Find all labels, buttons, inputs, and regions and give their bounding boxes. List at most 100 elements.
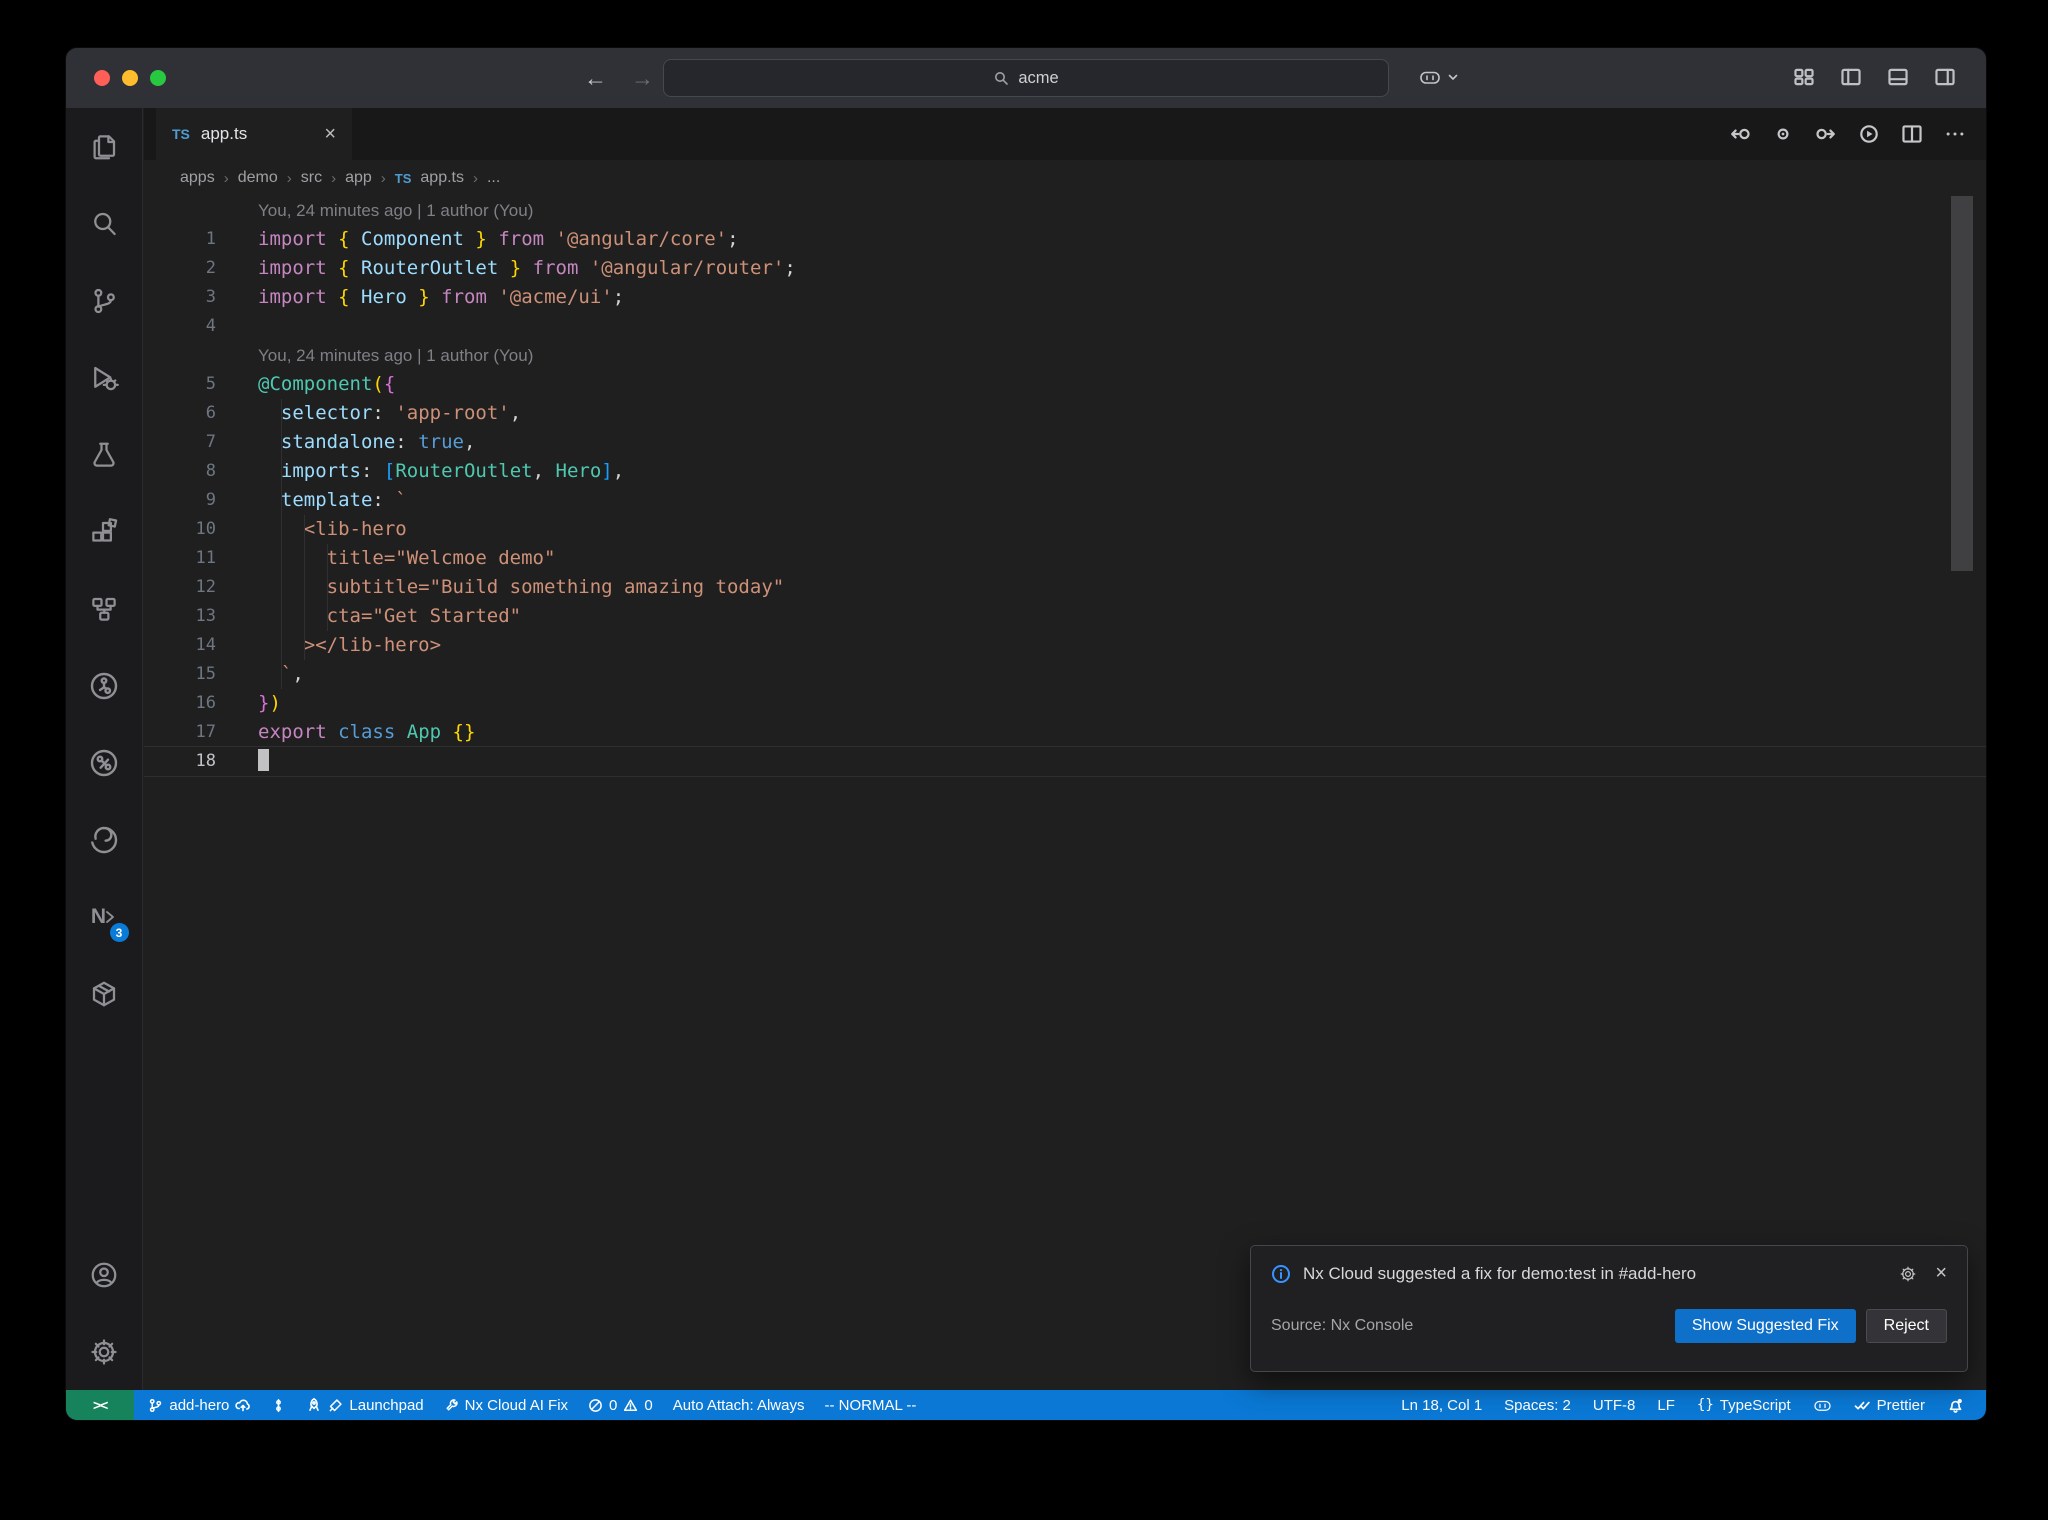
notifications-status-item[interactable] <box>1947 1397 1964 1414</box>
copilot-status-item[interactable] <box>1813 1396 1832 1415</box>
blame-annotation-text: You, 24 minutes ago | 1 author (You) <box>258 346 534 365</box>
notification-toast: Nx Cloud suggested a fix for demo:test i… <box>1250 1245 1968 1372</box>
gear-icon[interactable] <box>1899 1265 1917 1283</box>
indent-guide <box>280 573 282 602</box>
cursor-position-status-item[interactable]: Ln 18, Col 1 <box>1401 1397 1482 1414</box>
close-tab-icon[interactable]: × <box>324 124 336 144</box>
nx-cloud-fix-status-item[interactable]: Nx Cloud AI Fix <box>444 1397 568 1414</box>
open-changes-next-icon[interactable] <box>1815 123 1837 145</box>
indentation-status-item[interactable]: Spaces: 2 <box>1504 1397 1571 1414</box>
nx-chevron-icon <box>106 910 114 923</box>
breadcrumb-item-file[interactable]: app.ts <box>420 169 464 187</box>
remote-icon: >< <box>93 1397 108 1413</box>
sidebar-item-nx[interactable]: N 3 <box>66 878 143 955</box>
language-label: TypeScript <box>1719 1396 1791 1414</box>
toggle-panel-icon[interactable] <box>1887 66 1909 88</box>
breadcrumb-item-app[interactable]: app <box>345 169 372 187</box>
chevron-right-icon: › <box>380 169 386 187</box>
run-icon[interactable] <box>1858 123 1880 145</box>
code-editor[interactable]: You, 24 minutes ago | 1 author (You) 1 imp… <box>144 196 1986 1390</box>
nav-forward-button[interactable]: → <box>631 65 654 92</box>
git-graph-status-item[interactable] <box>271 1398 286 1413</box>
braces-icon: {} <box>1696 1397 1714 1413</box>
code-row: 8 imports: [RouterOutlet, Hero], <box>144 457 1986 486</box>
tab-app-ts[interactable]: TS app.ts × <box>156 108 352 160</box>
line-number: 16 <box>195 693 216 713</box>
minimize-window-button[interactable] <box>122 70 138 86</box>
breadcrumb-more[interactable]: ... <box>487 169 500 187</box>
account-icon <box>91 1262 117 1287</box>
error-count: 0 <box>609 1396 618 1414</box>
settings-gear-icon <box>91 1338 117 1365</box>
split-editor-icon[interactable] <box>1901 123 1923 145</box>
customize-layout-icon[interactable] <box>1793 66 1815 88</box>
indent-guide <box>303 631 305 660</box>
line-number: 7 <box>205 432 216 452</box>
blame-annotation-text: You, 24 minutes ago | 1 author (You) <box>258 201 534 220</box>
formatter-status-item[interactable]: Prettier <box>1854 1397 1925 1414</box>
line-number: 10 <box>195 519 216 539</box>
code-row: 14 ></lib-hero> <box>144 631 1986 660</box>
more-actions-icon[interactable] <box>1944 123 1966 145</box>
launchpad-status-item[interactable]: Launchpad <box>306 1397 424 1414</box>
toggle-primary-sidebar-icon[interactable] <box>1840 66 1862 88</box>
show-suggested-fix-button[interactable]: Show Suggested Fix <box>1674 1309 1856 1343</box>
maximize-window-button[interactable] <box>150 70 166 86</box>
sidebar-item-swirl[interactable] <box>66 801 143 878</box>
sidebar-item-testing[interactable] <box>66 416 143 493</box>
sidebar-item-explorer[interactable] <box>66 108 143 185</box>
breadcrumb-item-src[interactable]: src <box>301 169 322 187</box>
branch-status-item[interactable]: add-hero <box>148 1397 251 1414</box>
editor-actions <box>1729 108 1986 160</box>
sidebar-item-nx-console[interactable] <box>66 647 143 724</box>
auto-attach-label: Auto Attach: Always <box>672 1396 805 1414</box>
remote-indicator[interactable]: >< <box>66 1390 135 1420</box>
breadcrumb: apps › demo › src › app › TS app.ts › ..… <box>144 160 1986 196</box>
indent-guide <box>280 631 282 660</box>
copilot-menu[interactable] <box>1418 65 1459 89</box>
chevron-right-icon: › <box>223 169 229 187</box>
breadcrumb-item-apps[interactable]: apps <box>180 169 215 187</box>
encoding-status-item[interactable]: UTF-8 <box>1593 1397 1636 1414</box>
nx-cloud-icon <box>90 749 118 776</box>
vim-mode-status-item[interactable]: -- NORMAL -- <box>824 1397 916 1414</box>
eol-label: LF <box>1657 1396 1675 1414</box>
notification-title: Nx Cloud suggested a fix for demo:test i… <box>1303 1263 1697 1283</box>
sidebar-item-settings[interactable] <box>66 1313 143 1390</box>
open-changes-prev-icon[interactable] <box>1729 123 1751 145</box>
code-text: subtitle="Build something amazing today" <box>258 573 784 602</box>
sidebar-item-project-structure[interactable] <box>66 570 143 647</box>
problems-status-item[interactable]: 0 0 <box>588 1397 653 1414</box>
code-row: 6 selector: 'app-root', <box>144 399 1986 428</box>
indent-guide <box>326 602 328 631</box>
sidebar-item-search[interactable] <box>66 185 143 262</box>
formatter-label: Prettier <box>1876 1396 1925 1414</box>
reject-button[interactable]: Reject <box>1865 1309 1947 1343</box>
line-number: 14 <box>195 635 216 655</box>
warning-icon <box>624 1399 638 1411</box>
extensions-icon <box>92 517 118 542</box>
code-row: 17 export class App {} <box>144 718 1986 747</box>
scrollbar-thumb[interactable] <box>1951 196 1973 571</box>
sidebar-item-package[interactable] <box>66 955 143 1032</box>
sidebar-item-nx-cloud[interactable] <box>66 724 143 801</box>
breadcrumb-item-demo[interactable]: demo <box>238 169 278 187</box>
auto-attach-status-item[interactable]: Auto Attach: Always <box>673 1397 805 1414</box>
sidebar-item-run-debug[interactable] <box>66 339 143 416</box>
line-number: 4 <box>205 316 216 336</box>
line-number: 11 <box>195 548 216 568</box>
command-center-search[interactable]: acme <box>663 59 1389 97</box>
code-text: template: ` <box>258 486 407 515</box>
nav-back-button[interactable]: ← <box>584 65 607 92</box>
sidebar-item-extensions[interactable] <box>66 493 143 570</box>
indent-guide <box>303 602 305 631</box>
chevron-right-icon: › <box>472 169 478 187</box>
timeline-icon[interactable] <box>1772 123 1794 145</box>
eol-status-item[interactable]: LF <box>1657 1397 1675 1414</box>
sidebar-item-source-control[interactable] <box>66 262 143 339</box>
close-window-button[interactable] <box>94 70 110 86</box>
close-icon[interactable]: × <box>1935 1262 1947 1285</box>
toggle-secondary-sidebar-icon[interactable] <box>1934 66 1956 88</box>
language-status-item[interactable]: {} TypeScript <box>1697 1397 1791 1414</box>
sidebar-item-accounts[interactable] <box>66 1236 143 1313</box>
